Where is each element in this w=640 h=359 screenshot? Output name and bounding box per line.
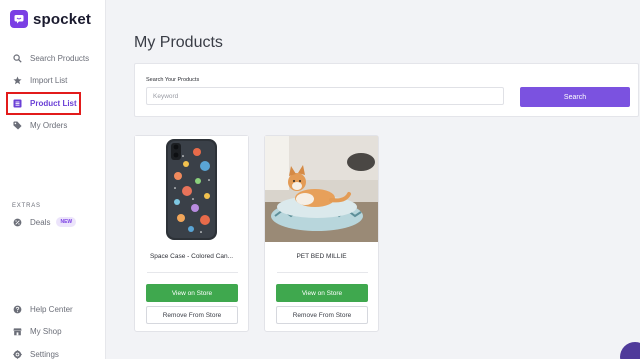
remove-from-store-button[interactable]: Remove From Store bbox=[276, 306, 368, 324]
sidebar-item-label: Deals bbox=[30, 217, 51, 227]
product-card: Space Case - Colored Can... View on Stor… bbox=[134, 135, 249, 332]
product-image[interactable] bbox=[135, 136, 248, 242]
chat-launcher-button[interactable] bbox=[620, 342, 640, 359]
extras-section-label: EXTRAS bbox=[12, 203, 41, 209]
sidebar-item-import-list[interactable]: Import List bbox=[0, 70, 106, 90]
remove-from-store-button[interactable]: Remove From Store bbox=[146, 306, 238, 324]
sidebar-item-label: My Orders bbox=[30, 120, 68, 130]
sidebar-item-my-shop[interactable]: My Shop bbox=[0, 321, 106, 341]
sidebar-item-label: My Shop bbox=[30, 326, 62, 336]
product-title: PET BED MILLIE bbox=[296, 253, 347, 260]
sidebar-item-settings[interactable]: Settings bbox=[0, 344, 106, 359]
page-title: My Products bbox=[134, 34, 223, 51]
search-button[interactable]: Search bbox=[520, 87, 630, 107]
tag-icon bbox=[13, 120, 22, 130]
spocket-logo-icon bbox=[10, 10, 28, 28]
help-icon bbox=[13, 305, 22, 314]
sidebar-item-deals[interactable]: Deals NEW bbox=[0, 212, 106, 232]
divider bbox=[277, 272, 368, 273]
star-icon bbox=[13, 75, 22, 85]
sidebar-item-label: Help Center bbox=[30, 304, 73, 314]
sidebar-item-label: Settings bbox=[30, 349, 59, 359]
view-on-store-button[interactable]: View on Store bbox=[146, 284, 238, 302]
sidebar-item-label: Search Products bbox=[30, 53, 90, 63]
sidebar-item-my-orders[interactable]: My Orders bbox=[0, 115, 106, 135]
product-card: PET BED MILLIE View on Store Remove From… bbox=[264, 135, 379, 332]
product-image[interactable] bbox=[265, 136, 378, 242]
divider bbox=[147, 272, 238, 273]
active-item-highlight bbox=[6, 92, 81, 115]
shop-icon bbox=[13, 327, 22, 336]
product-title: Space Case - Colored Can... bbox=[149, 253, 234, 260]
logo[interactable]: spocket bbox=[10, 10, 91, 28]
gear-icon bbox=[13, 349, 22, 359]
search-label: Search Your Products bbox=[146, 77, 200, 83]
search-icon bbox=[13, 53, 22, 63]
deal-icon bbox=[13, 218, 22, 227]
view-on-store-button[interactable]: View on Store bbox=[276, 284, 368, 302]
sidebar-item-search-products[interactable]: Search Products bbox=[0, 48, 106, 68]
sidebar: spocket Search Products Import List Prod… bbox=[0, 0, 106, 359]
sidebar-item-help-center[interactable]: Help Center bbox=[0, 299, 106, 319]
logo-text: spocket bbox=[33, 10, 92, 28]
new-badge: NEW bbox=[56, 217, 77, 227]
sidebar-item-label: Import List bbox=[30, 75, 68, 85]
search-panel: Search Your Products Search bbox=[134, 63, 639, 117]
search-input[interactable] bbox=[146, 87, 504, 105]
